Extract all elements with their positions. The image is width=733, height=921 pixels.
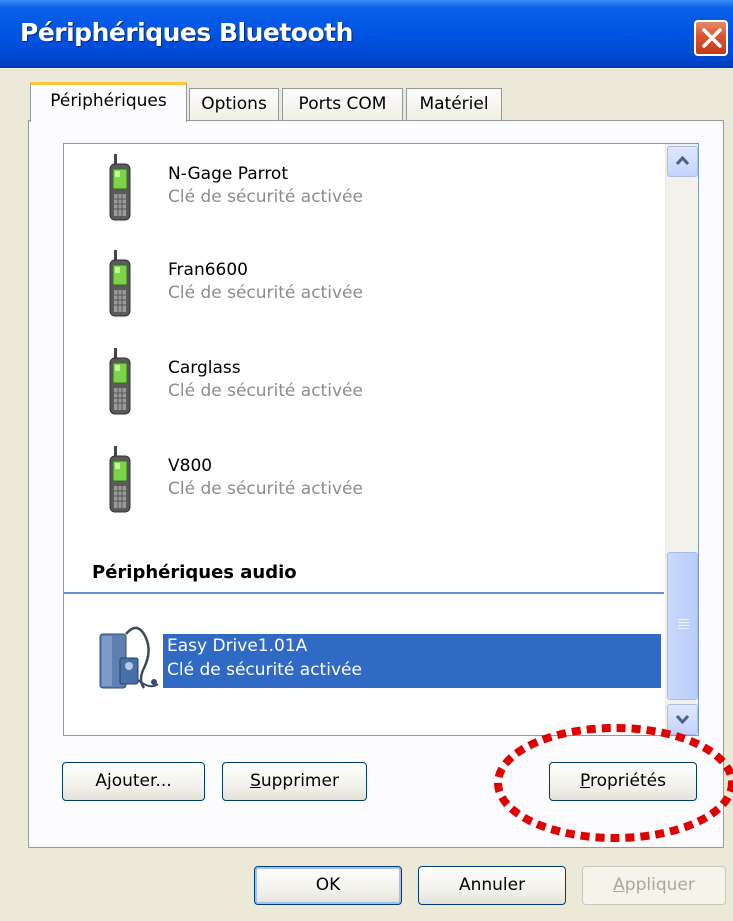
title-bar[interactable]: Périphériques Bluetooth bbox=[0, 0, 733, 68]
device-list[interactable]: N-Gage Parrot Clé de sécurité activée Fr… bbox=[63, 143, 699, 736]
properties-button[interactable]: Propriétés bbox=[549, 762, 697, 801]
apply-button[interactable]: Appliquer bbox=[582, 866, 726, 905]
device-name: Carglass bbox=[168, 358, 241, 378]
tab-options[interactable]: Options bbox=[189, 88, 279, 121]
tab-ports-com[interactable]: Ports COM bbox=[282, 88, 403, 121]
mobile-phone-icon bbox=[109, 348, 131, 415]
scroll-down-button[interactable] bbox=[667, 704, 698, 735]
device-name: N-Gage Parrot bbox=[168, 164, 288, 184]
device-item-fran6600[interactable]: Fran6600 Clé de sécurité activée bbox=[64, 250, 664, 340]
device-name: Easy Drive1.01A bbox=[167, 636, 308, 656]
device-item-n-gage-parrot[interactable]: N-Gage Parrot Clé de sécurité activée bbox=[64, 154, 664, 244]
mobile-phone-icon bbox=[109, 154, 131, 221]
chevron-up-icon bbox=[675, 155, 690, 166]
close-button[interactable] bbox=[694, 20, 728, 56]
handsfree-audio-icon bbox=[99, 626, 159, 689]
device-item-easy-drive[interactable]: Easy Drive1.01A Clé de sécurité activée bbox=[162, 633, 662, 689]
window-title: Périphériques Bluetooth bbox=[20, 18, 353, 47]
scroll-thumb[interactable] bbox=[667, 552, 698, 700]
cancel-button[interactable]: Annuler bbox=[418, 866, 566, 905]
scroll-up-button[interactable] bbox=[667, 146, 698, 177]
device-item-v800[interactable]: V800 Clé de sécurité activée bbox=[64, 446, 664, 536]
device-item-carglass[interactable]: Carglass Clé de sécurité activée bbox=[64, 348, 664, 438]
mobile-phone-icon bbox=[109, 446, 131, 513]
device-status: Clé de sécurité activée bbox=[168, 381, 363, 401]
mobile-phone-icon bbox=[109, 250, 131, 317]
add-button[interactable]: Ajouter... bbox=[62, 762, 205, 801]
device-status: Clé de sécurité activée bbox=[168, 283, 363, 303]
chevron-down-icon bbox=[675, 714, 690, 725]
device-name: Fran6600 bbox=[168, 260, 248, 280]
tab-materiel[interactable]: Matériel bbox=[406, 88, 502, 121]
vertical-scrollbar[interactable] bbox=[665, 144, 698, 735]
device-status: Clé de sécurité activée bbox=[167, 660, 362, 680]
close-icon bbox=[702, 28, 722, 48]
ok-button[interactable]: OK bbox=[254, 866, 402, 905]
group-divider bbox=[64, 592, 664, 594]
remove-button[interactable]: Supprimer bbox=[222, 762, 367, 801]
device-status: Clé de sécurité activée bbox=[168, 479, 363, 499]
tab-peripheriques[interactable]: Périphériques bbox=[30, 82, 187, 122]
bluetooth-devices-dialog: Périphériques Bluetooth Périphériques Op… bbox=[0, 0, 733, 921]
device-status: Clé de sécurité activée bbox=[168, 187, 363, 207]
group-header-audio: Périphériques audio bbox=[92, 562, 297, 583]
device-name: V800 bbox=[168, 456, 213, 476]
